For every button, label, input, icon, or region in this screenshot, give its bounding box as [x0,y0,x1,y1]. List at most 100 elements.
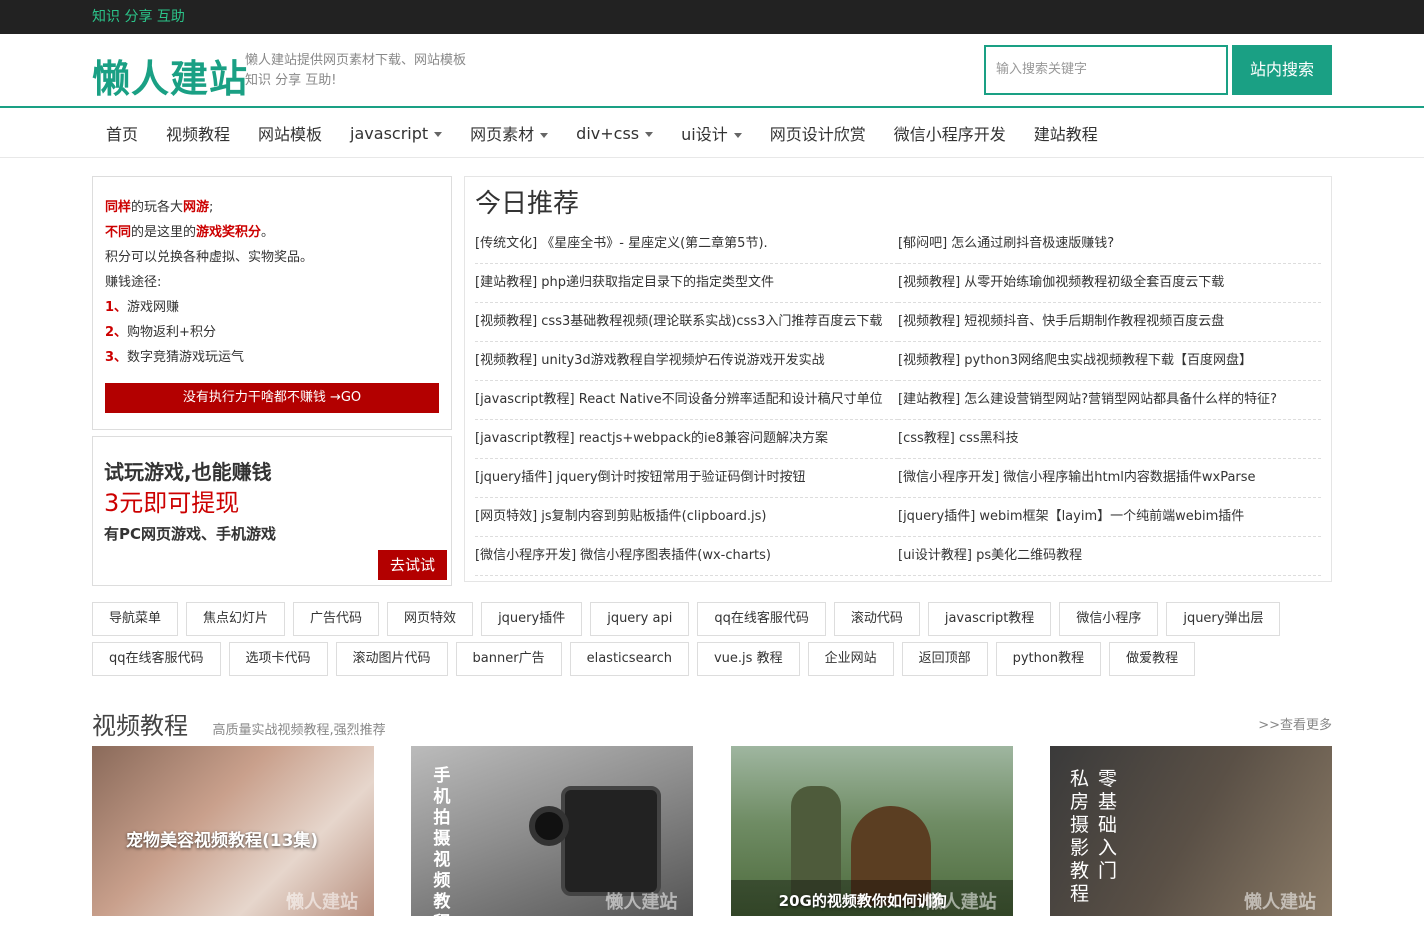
nav-item-9[interactable]: 建站教程 [1020,121,1112,145]
chevron-down-icon [434,131,443,137]
main-nav: 首页 视频教程 网站模板 javascript 网页素材 div+css ui设计 网页设计欣… [0,108,1424,158]
video-section-title: 视频教程 [92,712,188,740]
nav-item-label: 首页 [106,125,139,144]
view-more-link[interactable]: >>查看更多 [1258,714,1332,733]
recommend-item[interactable]: [jquery插件] jquery倒计时按钮常用于验证码倒计时按钮 [475,459,898,498]
recommend-item[interactable]: [视频教程] 从零开始练瑜伽视频教程初级全套百度云下载 [898,264,1321,303]
nav-item-label: 网页设计欣赏 [769,125,866,144]
recommend-item[interactable]: [css教程] css黑科技 [898,420,1321,459]
tag-link[interactable]: jquery插件 [481,602,583,636]
nav-item-label: 网站模板 [258,125,323,144]
nav-item-6[interactable]: ui设计 [667,121,756,145]
recommend-item[interactable]: [ui设计教程] ps美化二维码教程 [898,537,1321,576]
tag-link[interactable]: banner广告 [455,642,562,676]
phone-image [561,786,662,896]
video-thumb-pet-grooming[interactable]: 宠物美容视频教程(13集) 懒人建站 [92,746,374,916]
tag-link[interactable]: 网页特效 [387,602,474,636]
tag-link[interactable]: 返回顶部 [901,642,988,676]
video-thumb-photography[interactable]: 私房摄影教程 零基础入门 懒人建站 [1049,746,1332,916]
chevron-down-icon [645,131,654,137]
video-section-subtitle: 高质量实战视频教程,强烈推荐 [212,723,386,738]
tag-link[interactable]: qq在线客服代码 [697,602,826,636]
header: 懒人建站 懒人建站提供网页素材下载、网站模板 知识 分享 互助! 输入搜索关键字… [0,34,1424,108]
tag-link[interactable]: vue.js 教程 [696,642,800,676]
recommend-item[interactable]: [视频教程] python3网络爬虫实战视频教程下载【百度网盘】 [898,342,1321,381]
tag-link[interactable]: 企业网站 [807,642,894,676]
tag-link[interactable]: 导航菜单 [92,602,179,636]
promo-go-button[interactable]: 没有执行力干啥都不赚钱 →GO [105,383,439,413]
recommend-title: 今日推荐 [475,189,580,219]
nav-item-label: 建站教程 [1033,125,1098,144]
recommend-item[interactable]: [微信小程序开发] 微信小程序图表插件(wx-charts) [475,537,898,576]
promo-line-1: 同样的玩各大网游; [105,200,214,215]
video-thumb-dog-training[interactable]: 20G的视频教你如何训狗 懒人建站 [730,746,1013,916]
recommend-item[interactable]: [微信小程序开发] 微信小程序输出html内容数据插件wxParse [898,459,1321,498]
tag-link[interactable]: jquery弹出层 [1166,602,1281,636]
tag-link[interactable]: 广告代码 [293,602,380,636]
search-input[interactable]: 输入搜索关键字 [984,45,1228,95]
nav-item-label: javascript [350,123,429,143]
nav-item-4[interactable]: 网页素材 [456,121,562,145]
today-recommend: 今日推荐 [传统文化] 《星座全书》- 星座定义(第二章第5节). [郁闷吧] 怎… [464,176,1332,582]
search-button[interactable]: 站内搜索 [1232,45,1332,95]
tag-link[interactable]: 滚动代码 [833,602,920,636]
main-content: 同样的玩各大网游; 不同的是这里的游戏奖积分。 积分可以兑换各种虚拟、实物奖品。… [92,176,1332,586]
top-bar: 知识 分享 互助 [0,0,1424,34]
nav-item-1[interactable]: 视频教程 [152,121,244,145]
thumb-watermark: 懒人建站 [286,892,358,913]
nav-item-5[interactable]: div+css [562,124,667,143]
slogan-line-2: 知识 分享 互助! [245,73,337,88]
thumb-caption-col-1: 私房摄影教程 [1069,768,1089,905]
tag-link[interactable]: jquery api [590,602,690,636]
thumb-watermark: 懒人建站 [1243,892,1316,913]
promo-line-4: 赚钱途径: [105,275,162,290]
recommend-item[interactable]: [视频教程] 短视频抖音、快手后期制作教程视频百度云盘 [898,303,1321,342]
tag-cloud: 导航菜单 焦点幻灯片 广告代码 网页特效 jquery插件 jquery api qq在线客… [92,602,1332,682]
tag-link[interactable]: elasticsearch [569,642,689,676]
tag-link[interactable]: javascript教程 [927,602,1052,636]
tag-link[interactable]: python教程 [995,642,1102,676]
nav-item-label: 微信小程序开发 [893,125,1006,144]
site-logo[interactable]: 懒人建站 [92,48,248,103]
recommend-item[interactable]: [传统文化] 《星座全书》- 星座定义(第二章第5节). [475,225,898,264]
thumb-watermark: 懒人建站 [924,892,997,913]
thumb-watermark: 懒人建站 [605,892,678,913]
promo-games-highlight: 3元即可提现 [104,489,240,517]
video-thumb-phone-shooting[interactable]: 手机拍摄视频教程 懒人建站 [411,746,694,916]
tag-link[interactable]: 微信小程序 [1059,602,1159,636]
nav-item-2[interactable]: 网站模板 [244,121,336,145]
promo-way-1: 1、游戏网赚 [105,300,180,315]
tag-link[interactable]: 滚动图片代码 [335,642,448,676]
promo-box-games[interactable]: 试玩游戏,也能赚钱 3元即可提现 有PC网页游戏、手机游戏 去试试 [92,436,452,586]
nav-item-0[interactable]: 首页 [92,121,152,145]
recommend-item[interactable]: [视频教程] unity3d游戏教程自学视频炉石传说游戏开发实战 [475,342,898,381]
tag-link[interactable]: 选项卡代码 [228,642,328,676]
nav-item-label: div+css [576,123,640,143]
chevron-down-icon [540,133,549,138]
promo-try-button[interactable]: 去试试 [378,550,447,580]
tag-link[interactable]: 焦点幻灯片 [186,602,286,636]
tag-link[interactable]: qq在线客服代码 [92,642,221,676]
thumb-caption: 宠物美容视频教程(13集) [126,831,319,851]
promo-box-points: 同样的玩各大网游; 不同的是这里的游戏奖积分。 积分可以兑换各种虚拟、实物奖品。… [92,176,452,430]
recommend-item[interactable]: [建站教程] php递归获取指定目录下的指定类型文件 [475,264,898,303]
slogan-line-1: 懒人建站提供网页素材下载、网站模板 [245,53,467,68]
recommend-item[interactable]: [jquery插件] webim框架【layim】一个纯前端webim插件 [898,498,1321,537]
recommend-item[interactable]: [郁闷吧] 怎么通过刷抖音极速版赚钱? [898,225,1321,264]
promo-way-3: 3、数字竞猜游戏玩运气 [105,350,245,365]
top-bar-slogan: 知识 分享 互助 [92,9,185,25]
tag-link[interactable]: 做爱教程 [1109,642,1196,676]
recommend-item[interactable]: [javascript教程] reactjs+webpack的ie8兼容问题解决… [475,420,898,459]
nav-item-label: ui设计 [681,125,728,144]
video-section: 视频教程 高质量实战视频教程,强烈推荐 >>查看更多 宠物美容视频教程(13集)… [92,706,1332,916]
recommend-item[interactable]: [建站教程] 怎么建设营销型网站?营销型网站都具备什么样的特征? [898,381,1321,420]
promo-line-2: 不同的是这里的游戏奖积分。 [105,225,275,240]
nav-item-7[interactable]: 网页设计欣赏 [756,121,880,145]
recommend-item[interactable]: [javascript教程] React Native不同设备分辨率适配和设计稿… [475,381,898,420]
promo-games-title: 试玩游戏,也能赚钱 [104,460,272,484]
recommend-item[interactable]: [视频教程] css3基础教程视频(理论联系实战)css3入门推荐百度云下载 [475,303,898,342]
nav-item-8[interactable]: 微信小程序开发 [880,121,1020,145]
recommend-item[interactable]: [网页特效] js复制内容到剪贴板插件(clipboard.js) [475,498,898,537]
nav-item-3[interactable]: javascript [336,124,456,143]
thumb-caption: 20G的视频教你如何训狗 [778,892,947,910]
